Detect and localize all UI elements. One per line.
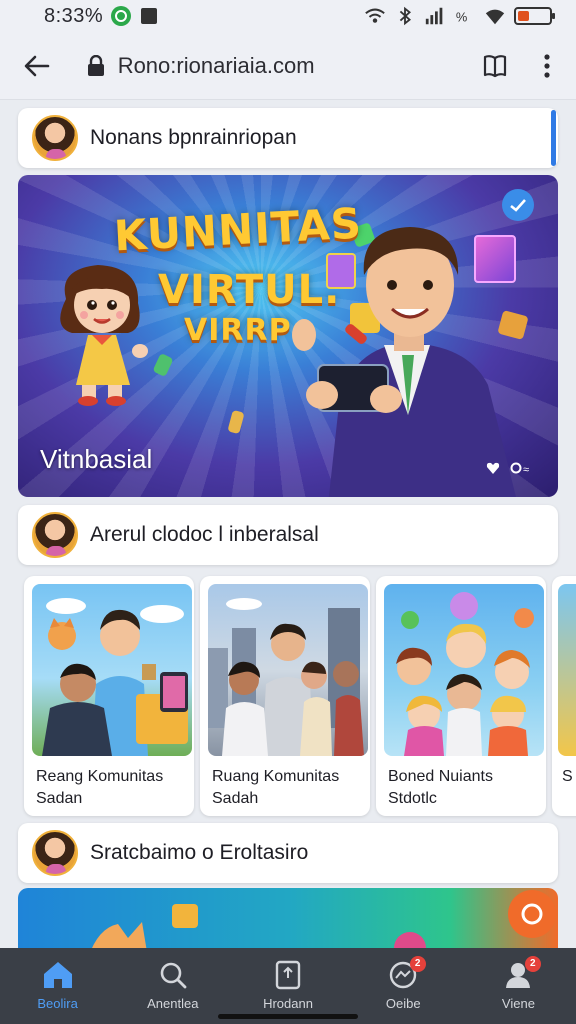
heart-icon[interactable] (486, 461, 500, 475)
nav-label: Viene (501, 996, 535, 1011)
room-title: Reang Komunitas (36, 768, 164, 785)
nav-profile[interactable]: 2 Viene (461, 948, 576, 1024)
avatar (32, 115, 78, 161)
comment-count-icon[interactable]: ≈ (510, 462, 536, 474)
status-bar: 8:33% % (0, 0, 576, 32)
post-text: Nonans bpnrainriopan (90, 126, 297, 149)
hero-title-line3: VIRRP (184, 313, 292, 348)
room-card[interactable]: Boned Nuiants Stdotlc (376, 576, 546, 816)
notification-badge: 2 (409, 956, 426, 972)
url-field[interactable]: Rono:rionariaia.com (86, 42, 416, 90)
wifi-icon (365, 8, 385, 23)
room-card[interactable]: Ruang Komunitas Sadah (200, 576, 370, 816)
upload-icon (275, 960, 301, 990)
room-title: Boned Nuiants (388, 768, 493, 785)
more-vert-icon (544, 53, 550, 78)
room-title: S (562, 768, 573, 785)
bluetooth-icon (399, 6, 411, 26)
nav-label: Beolira (37, 996, 78, 1011)
status-time: 8:33% (44, 4, 104, 27)
cartoon-girl-illustration (60, 265, 148, 406)
nav-label: Oeibe (385, 996, 421, 1011)
cartoon-presenter-illustration (292, 227, 516, 497)
room-thumbnail (384, 584, 544, 756)
home-indicator[interactable] (218, 1014, 358, 1019)
room-thumbnail (558, 584, 576, 756)
room-subtitle: Sadan (36, 790, 83, 807)
square-icon (141, 8, 158, 24)
nav-home[interactable]: Beolira (0, 948, 115, 1024)
notification-badge: 2 (524, 956, 541, 972)
room-title: Ruang Komunitas (212, 768, 340, 785)
room-thumbnail (208, 584, 368, 756)
hero-actions: ≈ (486, 461, 536, 475)
data-icon: % (456, 10, 467, 25)
home-icon (43, 962, 72, 988)
post-row[interactable]: Arerul clodoc l inberalsal (18, 505, 558, 565)
wifi-icon (485, 9, 505, 25)
bottom-navigation: Beolira Anentlea Hrodann 2 Oeibe 2 Viene (0, 948, 576, 1024)
back-button[interactable] (18, 46, 56, 86)
post-row[interactable]: Nonans bpnrainriopan (18, 108, 558, 168)
room-thumbnail (32, 584, 192, 756)
post-text: Sratcbaimo o Eroltasiro (90, 841, 309, 864)
nav-label: Hrodann (263, 996, 313, 1011)
bookmark-icon (483, 54, 506, 77)
app-notification-icon (111, 6, 132, 26)
post-row[interactable]: Sratcbaimo o Eroltasiro (18, 823, 558, 883)
scroll-indicator (551, 110, 556, 166)
back-arrow-icon (24, 55, 50, 76)
search-icon (160, 962, 187, 989)
lock-icon (87, 54, 104, 76)
url-text: Rono:rionariaia.com (117, 52, 315, 78)
svg-text:≈: ≈ (523, 464, 529, 474)
room-card[interactable]: S (552, 576, 576, 816)
hero-caption: Vitnbasial (40, 444, 153, 474)
overflow-menu-button[interactable] (535, 46, 558, 86)
community-room-carousel[interactable]: Reang Komunitas Sadan Ruang Komunitas Sa… (18, 576, 576, 816)
nav-upload[interactable]: Hrodann (230, 948, 345, 1024)
post-text: Arerul clodoc l inberalsal (90, 523, 319, 546)
svg-text:%: % (456, 10, 467, 25)
signal-icon (425, 7, 443, 25)
nav-chat[interactable]: 2 Oeibe (346, 948, 461, 1024)
avatar (32, 830, 78, 876)
bookmark-button[interactable] (476, 46, 514, 86)
avatar (32, 512, 78, 558)
battery-icon (514, 7, 555, 25)
browser-toolbar: Rono:rionariaia.com (0, 32, 576, 100)
nav-search[interactable]: Anentlea (115, 948, 230, 1024)
room-subtitle: Stdotlc (388, 790, 437, 807)
room-card[interactable]: Reang Komunitas Sadan (24, 576, 194, 816)
verified-badge-icon (502, 189, 534, 221)
room-subtitle: Sadah (212, 790, 259, 807)
hero-banner[interactable]: KUNNITAS VIRTUL. VIRRP Vitnbasial ≈ (18, 175, 558, 497)
nav-label: Anentlea (147, 996, 199, 1011)
